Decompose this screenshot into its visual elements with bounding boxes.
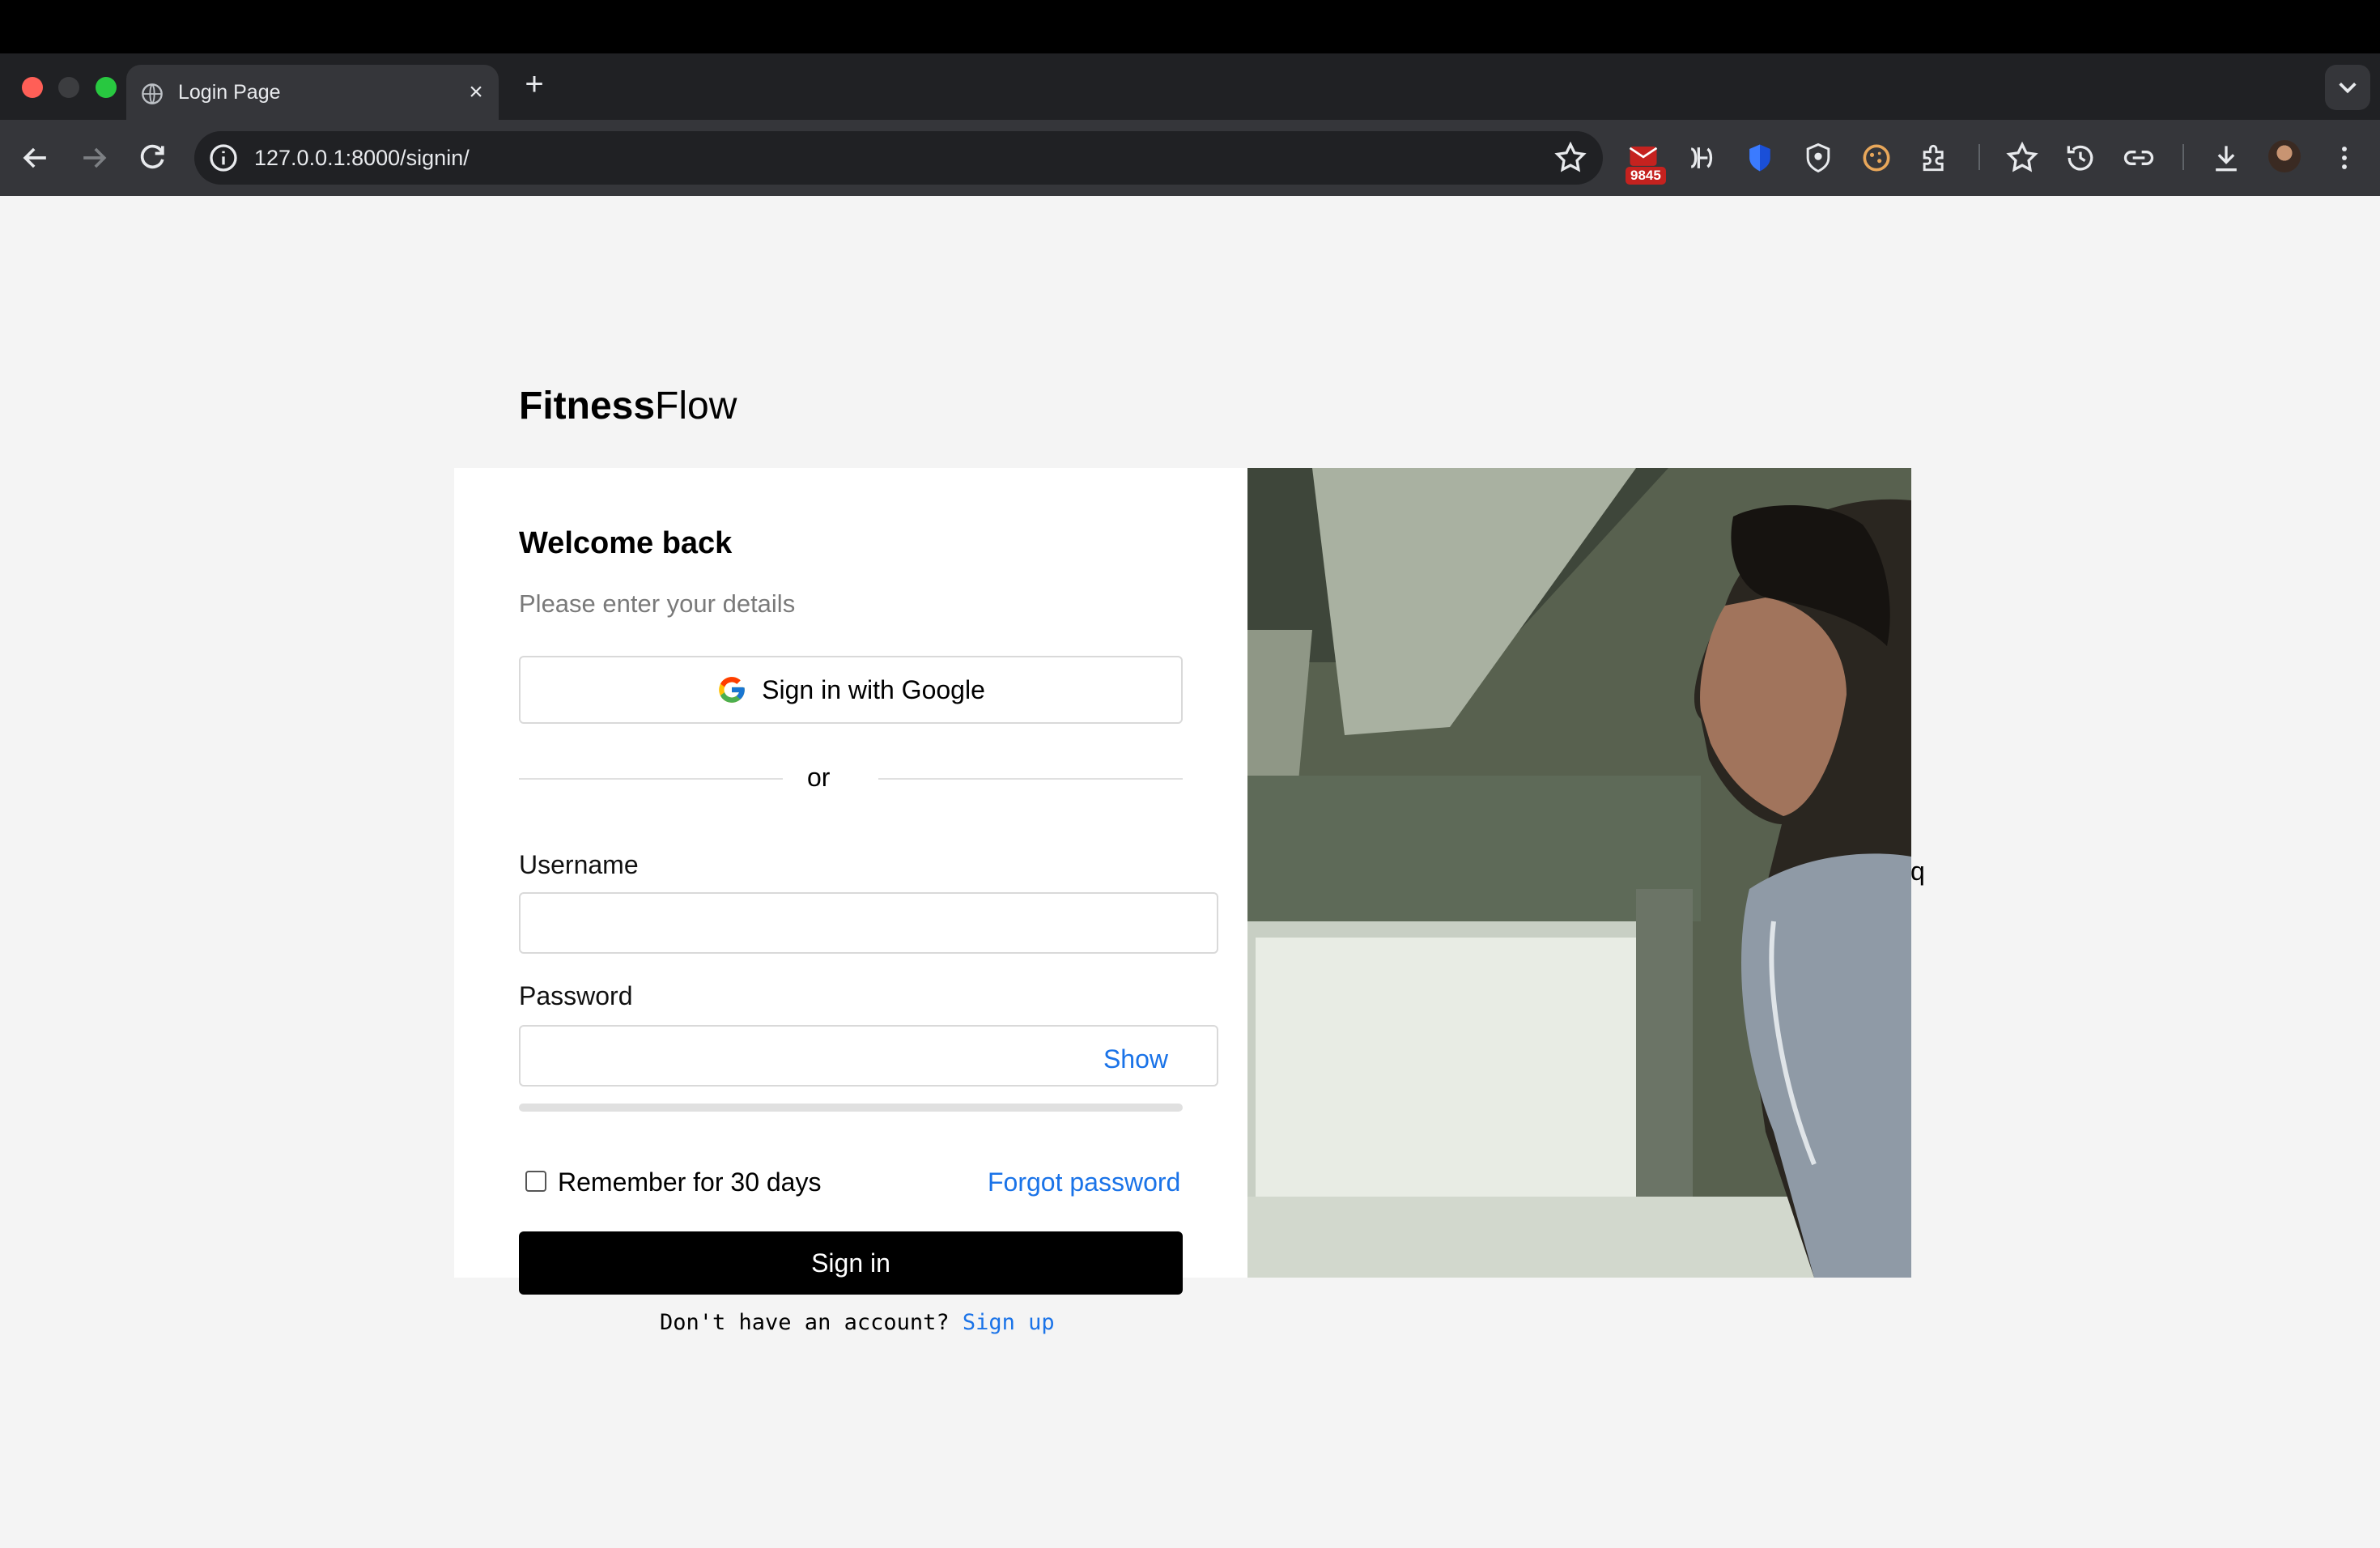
athlete-photo xyxy=(1247,468,1911,1278)
glyph-extension-button[interactable] xyxy=(1684,140,1719,176)
password-label: Password xyxy=(519,981,633,1010)
url-text: 127.0.0.1:8000/signin/ xyxy=(254,146,470,170)
link-icon xyxy=(2123,151,2154,165)
login-card: Welcome back Please enter your details S… xyxy=(454,468,1247,1295)
hero-image xyxy=(1247,468,1911,1278)
sign-up-link[interactable]: Sign up xyxy=(963,1310,1055,1335)
shield-extension-button[interactable] xyxy=(1742,140,1778,176)
reading-list-button[interactable] xyxy=(2004,140,2040,176)
extensions-button[interactable] xyxy=(1917,140,1953,176)
privacy-extension-button[interactable] xyxy=(1800,140,1836,176)
copy-link-button[interactable] xyxy=(2121,140,2157,176)
close-tab-icon[interactable]: × xyxy=(465,80,487,104)
shield-icon xyxy=(1806,142,1830,173)
maximize-window-button[interactable] xyxy=(96,77,117,98)
password-strength-bar xyxy=(519,1104,1183,1112)
brand-strong: Fitness xyxy=(519,385,656,427)
profile-avatar[interactable] xyxy=(2268,140,2301,172)
brand-light: Flow xyxy=(655,385,737,427)
remember-checkbox[interactable] xyxy=(525,1171,546,1192)
divider-or: or xyxy=(807,763,831,792)
tab-search-button[interactable] xyxy=(2325,65,2370,110)
cookie-extension-button[interactable] xyxy=(1859,140,1894,176)
remember-label: Remember for 30 days xyxy=(558,1167,822,1197)
minimize-window-button[interactable] xyxy=(58,77,79,98)
tab-title: Login Page xyxy=(178,81,281,104)
tab-login-page[interactable]: Login Page × xyxy=(126,65,499,120)
arrow-right-icon xyxy=(83,147,107,168)
reload-button[interactable] xyxy=(134,140,170,176)
browser-menu-button[interactable] xyxy=(2327,140,2362,176)
toolbar-separator xyxy=(2182,144,2184,170)
arrow-left-icon xyxy=(23,147,46,168)
page-subtitle: Please enter your details xyxy=(519,589,796,618)
toolbar-separator xyxy=(1978,144,1980,170)
divider-line-left xyxy=(519,778,783,780)
page-viewport: FitnessFlow Welcome back Please enter yo… xyxy=(0,196,2380,1548)
more-vert-icon xyxy=(2342,147,2347,169)
forgot-password-link[interactable]: Forgot password xyxy=(988,1167,1180,1197)
globe-icon xyxy=(142,83,163,104)
extension-badge: 9845 xyxy=(1626,167,1666,185)
address-bar[interactable]: 127.0.0.1:8000/signin/ xyxy=(194,131,1603,185)
brand-logo: FitnessFlow xyxy=(519,384,737,428)
google-icon xyxy=(719,677,745,703)
puzzle-icon xyxy=(1923,144,1944,172)
signup-prompt: Don't have an account? Sign up xyxy=(660,1310,1055,1335)
macos-menubar xyxy=(0,0,2380,53)
signup-prompt-text: Don't have an account? xyxy=(660,1310,963,1335)
back-button[interactable] xyxy=(18,140,53,176)
google-signin-button[interactable]: Sign in with Google xyxy=(519,656,1183,724)
page-title: Welcome back xyxy=(519,526,733,560)
divider-line-right xyxy=(878,778,1183,780)
new-tab-button[interactable]: + xyxy=(518,68,550,100)
cookie-icon xyxy=(1863,144,1890,172)
sign-in-button[interactable]: Sign in xyxy=(519,1231,1183,1295)
download-icon xyxy=(2216,146,2237,172)
show-password-toggle[interactable]: Show xyxy=(1103,1044,1168,1074)
google-signin-label: Sign in with Google xyxy=(762,674,985,704)
forward-button[interactable] xyxy=(76,140,112,176)
username-label: Username xyxy=(519,850,639,879)
bookmark-star-icon[interactable] xyxy=(1553,140,1588,176)
reload-icon xyxy=(140,144,164,169)
blue-shield-icon xyxy=(1749,144,1770,172)
username-input[interactable] xyxy=(519,892,1218,954)
chevron-down-icon xyxy=(2339,83,2357,94)
stray-character: q xyxy=(1910,857,1925,886)
downloads-button[interactable] xyxy=(2208,140,2244,176)
history-icon xyxy=(2067,145,2093,171)
history-button[interactable] xyxy=(2063,140,2098,176)
close-window-button[interactable] xyxy=(22,77,43,98)
info-icon[interactable] xyxy=(207,142,240,174)
star-list-icon xyxy=(2006,141,2038,172)
password-input[interactable]: Show xyxy=(519,1025,1218,1087)
script-glyph-icon xyxy=(1690,147,1713,168)
